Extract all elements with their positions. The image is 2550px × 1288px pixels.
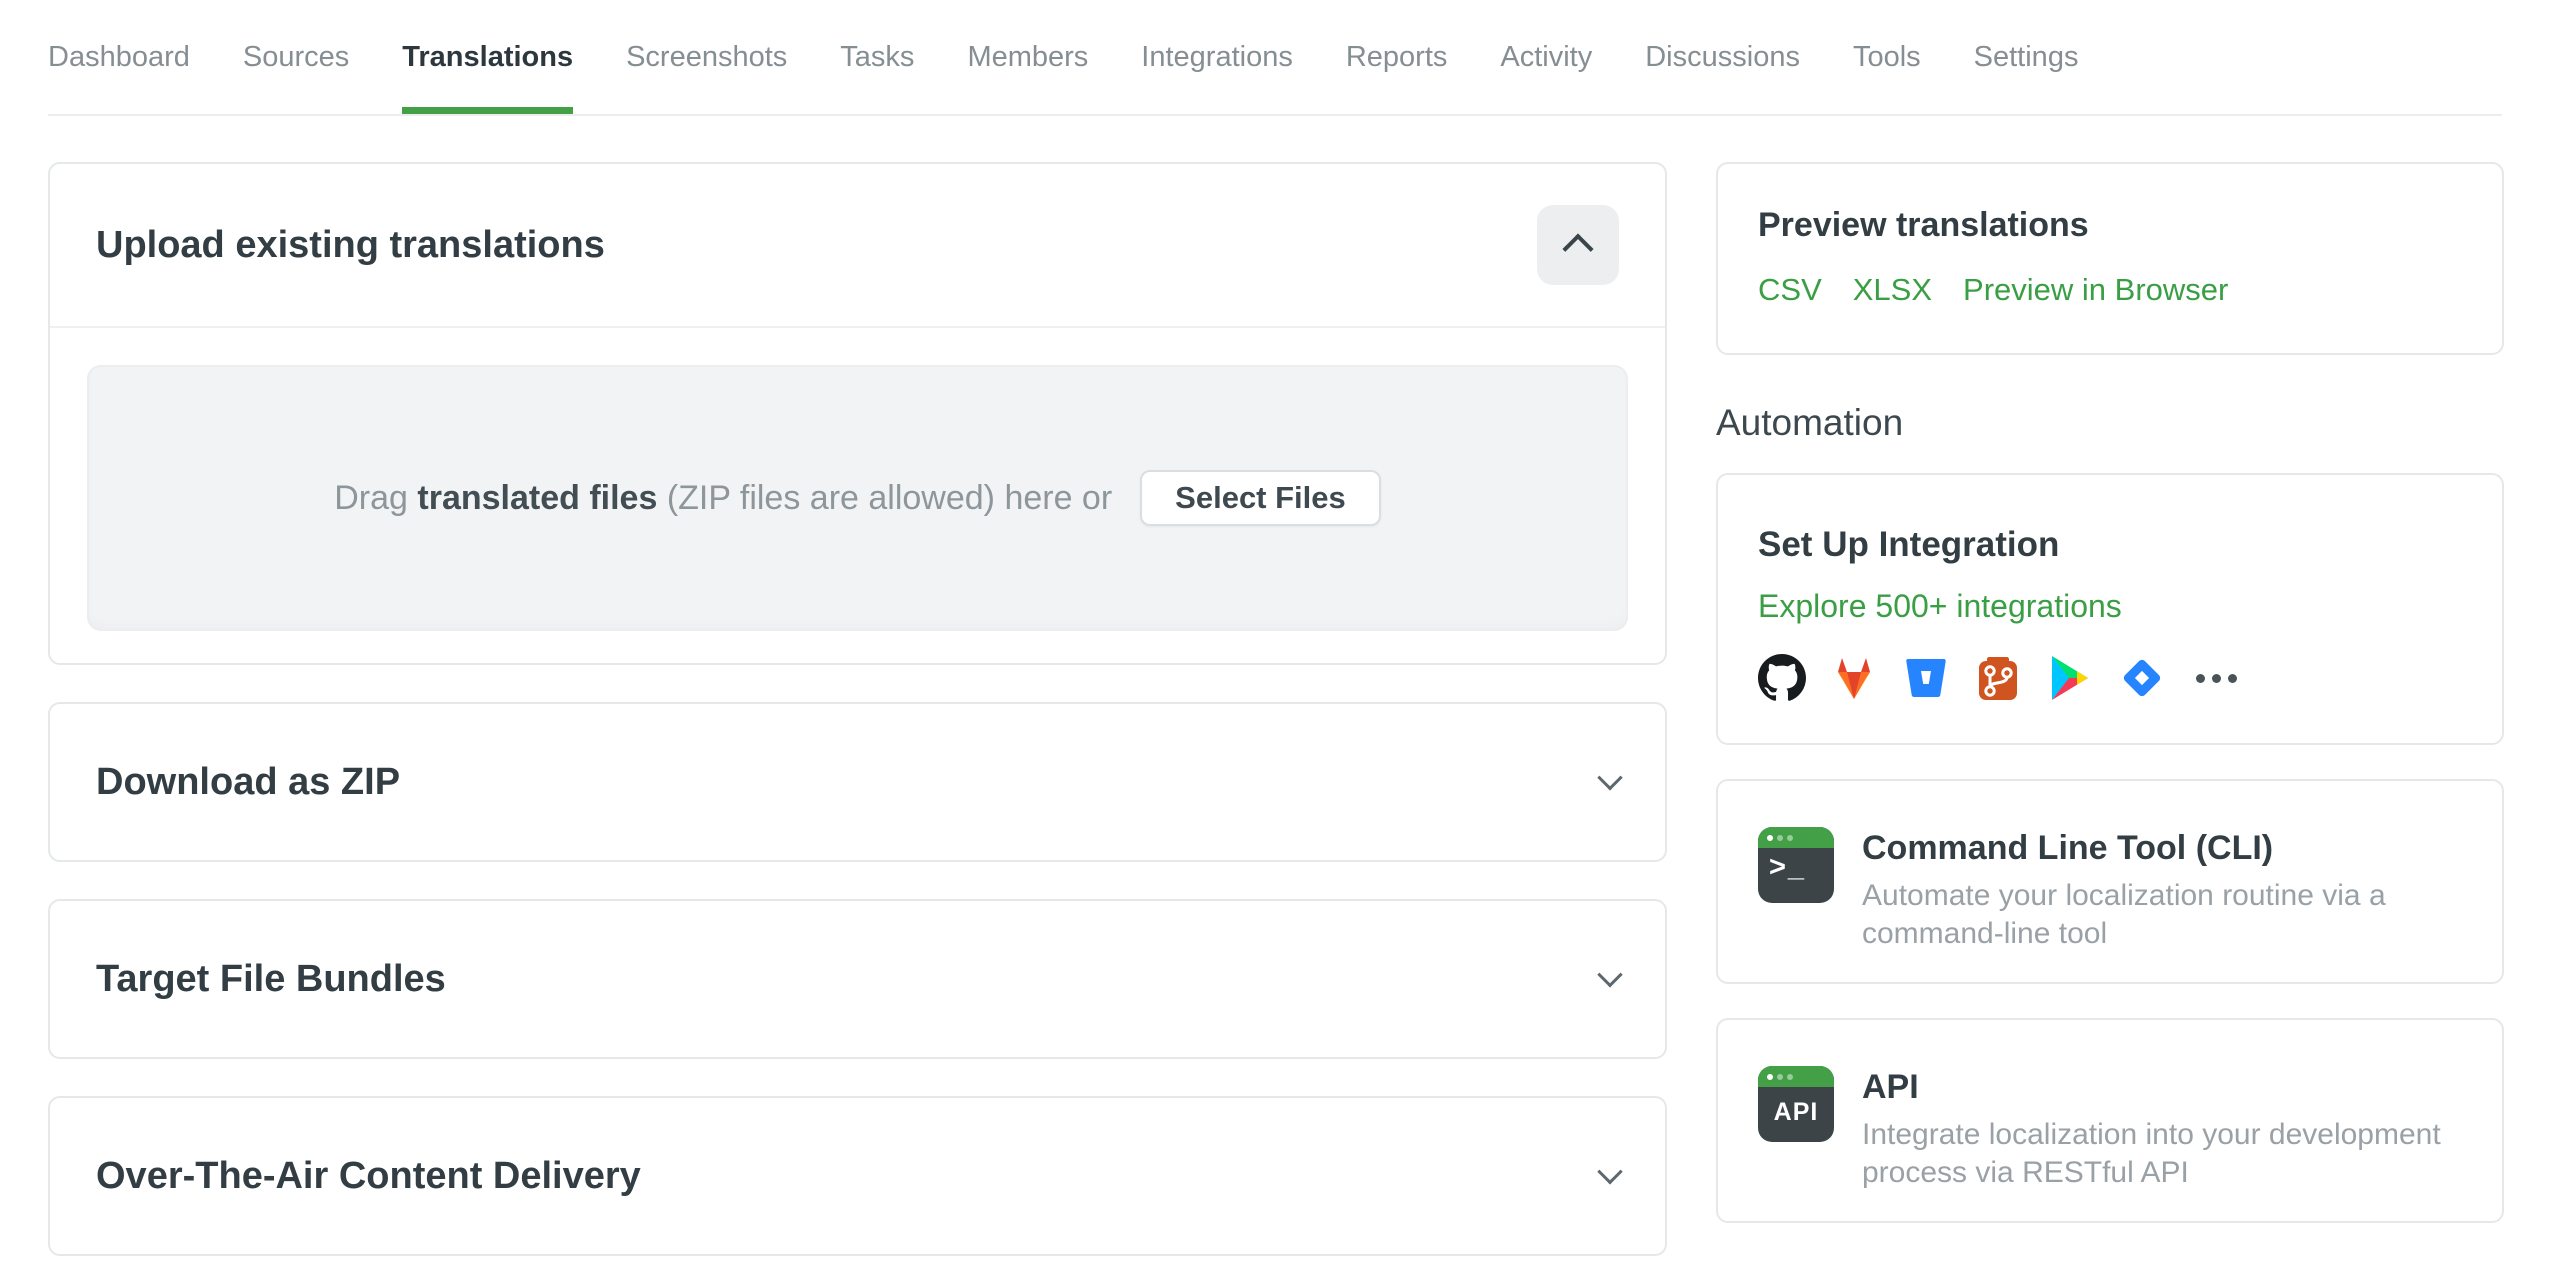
upload-existing-translations-card: Upload existing translations Drag transl…: [48, 162, 1667, 665]
tool-card-description: Automate your localization routine via a…: [1862, 879, 2386, 950]
section-title: Over-The-Air Content Delivery: [96, 1154, 641, 1197]
upload-card-title: Upload existing translations: [96, 223, 605, 266]
tool-card-text: Command Line Tool (CLI) Automate your loc…: [1862, 827, 2442, 982]
terminal-titlebar: [1758, 1066, 1834, 1087]
tab-tools[interactable]: Tools: [1853, 0, 1921, 114]
preview-translations-title: Preview translations: [1758, 206, 2089, 244]
git-icon: [1979, 657, 2017, 700]
chevron-down-icon: [1597, 962, 1623, 988]
tab-activity[interactable]: Activity: [1500, 0, 1592, 114]
tab-integrations[interactable]: Integrations: [1141, 0, 1293, 114]
tool-card-title: API: [1862, 1068, 1919, 1106]
automation-tool-cards: >_ Command Line Tool (CLI) Automate your l…: [1716, 779, 2504, 1223]
api-card[interactable]: API API Integrate localization into your d…: [1716, 1018, 2504, 1223]
preview-link-xlsx[interactable]: XLSX: [1853, 272, 1932, 308]
set-up-integration-title: Set Up Integration: [1758, 525, 2060, 564]
translations-main-column: Upload existing translations Drag transl…: [48, 116, 1667, 1256]
tab-screenshots[interactable]: Screenshots: [626, 0, 787, 114]
preview-links: CSV XLSX Preview in Browser: [1758, 272, 2462, 308]
section-title: Target File Bundles: [96, 957, 446, 1000]
tab-translations[interactable]: Translations: [402, 0, 574, 114]
tab-dashboard[interactable]: Dashboard: [48, 0, 190, 114]
upload-card-header: Upload existing translations: [50, 164, 1665, 328]
tab-sources[interactable]: Sources: [243, 0, 349, 114]
file-dropzone[interactable]: Drag translated files (ZIP files are all…: [87, 365, 1628, 631]
github-icon: [1758, 654, 1806, 701]
tool-card-description: Integrate localization into your develop…: [1862, 1118, 2441, 1189]
section-title: Download as ZIP: [96, 760, 401, 803]
jira-icon: [2123, 659, 2161, 697]
select-files-button[interactable]: Select Files: [1140, 470, 1381, 526]
tab-discussions[interactable]: Discussions: [1645, 0, 1800, 114]
integration-icons: [1758, 654, 2462, 702]
preview-link-preview-in-browser[interactable]: Preview in Browser: [1963, 272, 2228, 308]
terminal-titlebar: [1758, 827, 1834, 848]
gitlab-icon: [1838, 658, 1870, 699]
command-line-tool-cli-card[interactable]: >_ Command Line Tool (CLI) Automate your l…: [1716, 779, 2504, 984]
dropzone-hint-text: Drag translated files (ZIP files are all…: [334, 479, 1112, 518]
collapsed-sections: Download as ZIP Target File Bundles Over-T…: [48, 702, 1667, 1256]
tab-tasks[interactable]: Tasks: [840, 0, 914, 114]
chevron-up-icon: [1562, 233, 1594, 265]
explore-integrations-link[interactable]: Explore 500+ integrations: [1758, 588, 2462, 625]
dropzone-hint-prefix: Drag: [334, 478, 408, 517]
preview-translations-card: Preview translations CSV XLSX Preview in B…: [1716, 162, 2504, 355]
terminal-icon-text: >_: [1769, 851, 1807, 883]
upload-card-body: Drag translated files (ZIP files are all…: [50, 328, 1665, 668]
section-card-target-file-bundles[interactable]: Target File Bundles: [48, 899, 1667, 1059]
terminal-icon-text: API: [1773, 1098, 1819, 1126]
section-card-download-as-zip[interactable]: Download as ZIP: [48, 702, 1667, 862]
tab-members[interactable]: Members: [967, 0, 1088, 114]
google-play-icon: [2052, 656, 2088, 700]
terminal-cli-icon: >_: [1758, 827, 1834, 903]
tool-card-text: API Integrate localization into your deve…: [1862, 1066, 2442, 1221]
automation-heading: Automation: [1716, 402, 1904, 443]
collapse-upload-button[interactable]: [1537, 205, 1619, 285]
chevron-down-icon: [1597, 765, 1623, 791]
set-up-integration-card[interactable]: Set Up Integration Explore 500+ integrat…: [1716, 473, 2504, 745]
tab-settings[interactable]: Settings: [1974, 0, 2079, 114]
chevron-down-icon: [1597, 1159, 1623, 1185]
bitbucket-icon: [1906, 659, 1946, 697]
preview-link-csv[interactable]: CSV: [1758, 272, 1822, 308]
page-content: Upload existing translations Drag transl…: [0, 116, 2550, 1256]
dropzone-hint-highlight: translated files: [417, 478, 658, 517]
terminal-api-icon: API: [1758, 1066, 1834, 1142]
tool-card-title: Command Line Tool (CLI): [1862, 829, 2274, 867]
more-icon[interactable]: [2196, 673, 2237, 683]
translations-sidebar: Preview translations CSV XLSX Preview in B…: [1716, 116, 2504, 1256]
tab-reports[interactable]: Reports: [1346, 0, 1448, 114]
dropzone-hint-suffix: (ZIP files are allowed) here or: [666, 478, 1113, 517]
project-tabs: Dashboard Sources Translations Screenshots T…: [48, 0, 2502, 116]
section-card-over-the-air-content-delivery[interactable]: Over-The-Air Content Delivery: [48, 1096, 1667, 1256]
